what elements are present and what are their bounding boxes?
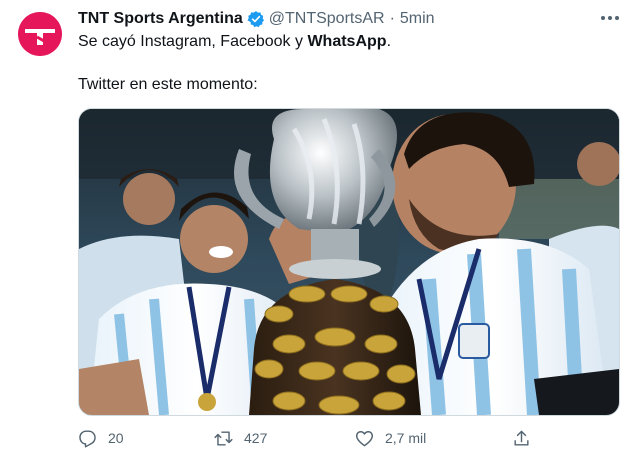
reply-button[interactable]: 20 — [78, 426, 124, 450]
reply-count: 20 — [108, 430, 124, 446]
tweet[interactable]: TNT Sports Argentina @TNTSportsAR · 5min… — [0, 0, 640, 464]
tweet-text-prefix: Se cayó Instagram, Facebook y — [78, 33, 308, 50]
more-options-button[interactable] — [596, 8, 624, 28]
share-button[interactable] — [512, 426, 542, 450]
tweet-text-line-1: Se cayó Instagram, Facebook y WhatsApp. — [78, 33, 391, 51]
like-button[interactable]: 2,7 mil — [355, 426, 426, 450]
author-name[interactable]: TNT Sports Argentina — [78, 10, 243, 28]
tweet-actions: 20 427 2,7 mil — [78, 426, 618, 450]
heart-icon — [355, 430, 374, 446]
separator-dot: · — [389, 10, 395, 27]
more-horizontal-icon — [601, 16, 619, 20]
tweet-text-bold: WhatsApp — [307, 33, 387, 50]
retweet-button[interactable]: 427 — [214, 426, 267, 450]
like-count: 2,7 mil — [385, 430, 427, 446]
tnt-logo-icon — [18, 12, 62, 56]
trophy-kiss-photo — [79, 109, 619, 415]
avatar[interactable] — [18, 12, 62, 56]
tweet-timestamp[interactable]: 5min — [400, 10, 435, 28]
retweet-icon — [214, 430, 233, 446]
tweet-header: TNT Sports Argentina @TNTSportsAR · 5min — [78, 8, 435, 30]
reply-icon — [79, 430, 96, 448]
tweet-text-line-2: Twitter en este momento: — [78, 76, 258, 93]
retweet-count: 427 — [244, 430, 268, 446]
share-icon — [514, 430, 529, 446]
author-handle[interactable]: @TNTSportsAR — [269, 10, 385, 28]
tweet-text-suffix: . — [386, 33, 392, 50]
tweet-photo[interactable] — [78, 108, 620, 416]
verified-badge-icon — [247, 10, 265, 28]
